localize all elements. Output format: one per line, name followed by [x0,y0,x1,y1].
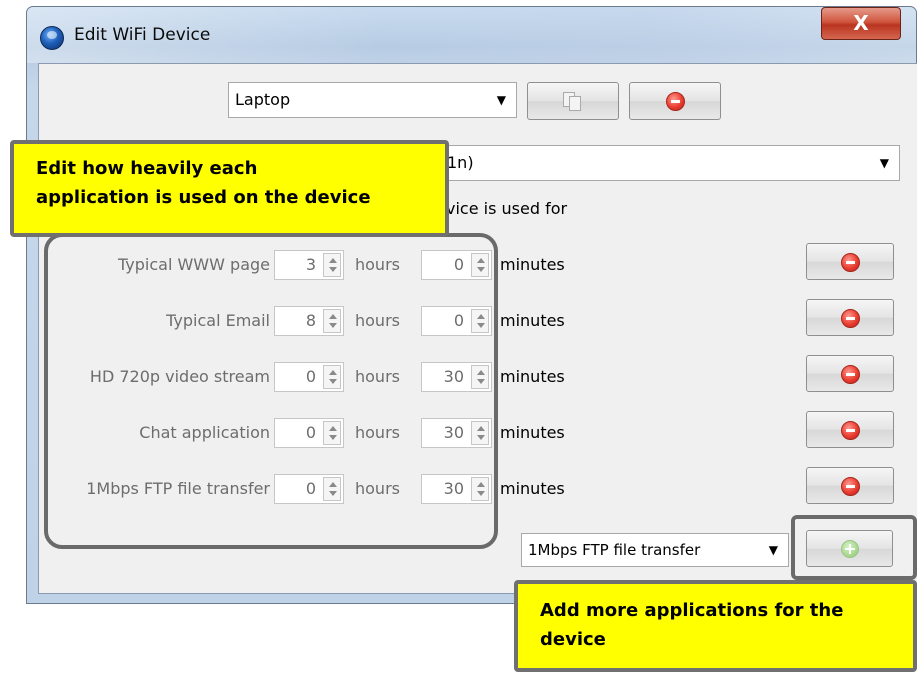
minutes-label: minutes [500,423,565,442]
minutes-label: minutes [500,311,565,330]
close-button[interactable]: X [821,7,901,40]
chevron-down-icon: ▼ [768,543,778,557]
callout-line: Edit how heavily each [36,158,258,179]
remove-icon [841,476,860,496]
remove-icon [666,92,685,111]
device-select-value: Laptop [235,90,291,109]
callout-add-more: Add more applications for the device [514,580,917,672]
minutes-label: minutes [500,255,565,274]
callout-line: application is used on the device [36,187,371,208]
chevron-down-icon: ▼ [879,156,889,170]
remove-app-button[interactable] [806,243,894,280]
chevron-down-icon: ▼ [496,93,506,107]
usage-group-highlight [44,233,498,549]
device-select[interactable]: Laptop ▼ [228,82,517,118]
remove-app-button[interactable] [806,467,894,504]
add-application-select[interactable]: 1Mbps FTP file transfer ▼ [521,533,789,567]
add-application-value: 1Mbps FTP file transfer [528,541,701,559]
remove-icon [841,420,860,440]
remove-app-button[interactable] [806,299,894,336]
remove-icon [841,364,860,384]
callout-line: device [540,629,606,650]
copy-icon [561,91,583,113]
add-button-highlight [791,515,917,580]
globe-app-icon [40,26,64,50]
wifi-standard-select[interactable]: 1n) ▼ [440,145,900,181]
usage-header: vice is used for [446,199,568,218]
callout-line: Add more applications for the [540,600,844,621]
remove-icon [841,308,860,328]
minutes-label: minutes [500,479,565,498]
window-title: Edit WiFi Device [74,25,211,45]
remove-app-button[interactable] [806,411,894,448]
copy-device-button[interactable] [527,82,619,120]
minutes-label: minutes [500,367,565,386]
callout-edit-usage: Edit how heavily each application is use… [10,140,449,237]
delete-device-button[interactable] [629,82,721,120]
remove-icon [841,252,860,272]
remove-app-button[interactable] [806,355,894,392]
wifi-standard-value: 1n) [447,153,474,172]
